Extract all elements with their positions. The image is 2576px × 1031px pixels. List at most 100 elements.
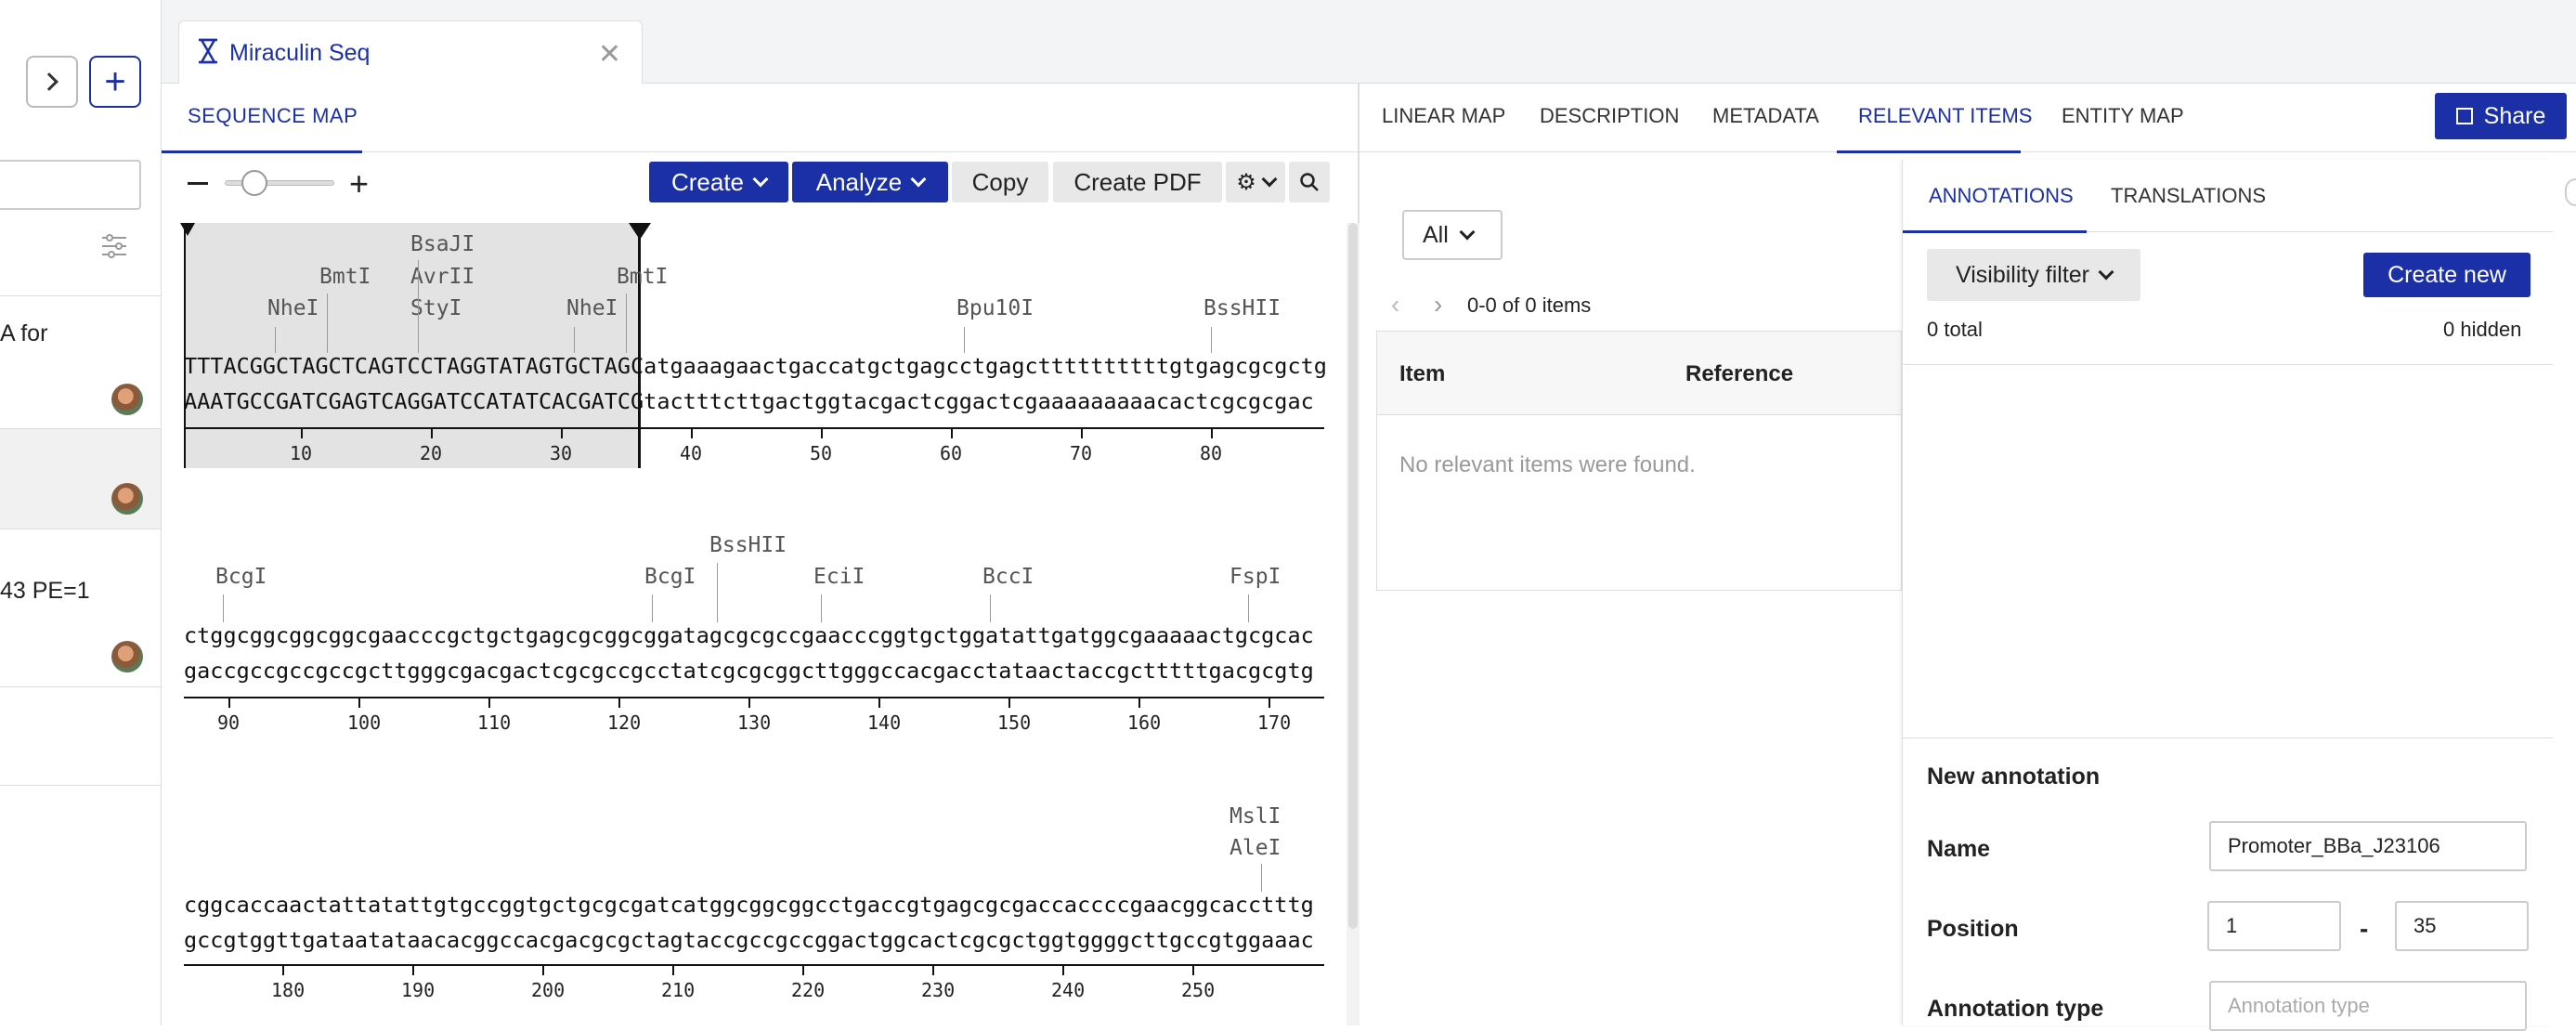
ruler-tick-label: 140: [867, 711, 902, 734]
enzyme-label[interactable]: NheI: [566, 296, 618, 320]
enzyme-label[interactable]: BccI: [982, 565, 1034, 589]
ruler-tick-label: 130: [737, 711, 772, 734]
vertical-scrollbar[interactable]: [1347, 223, 1360, 1025]
enzyme-label[interactable]: BcgI: [644, 565, 696, 589]
ruler-tick-label: 190: [401, 979, 436, 1001]
zoom-out-icon[interactable]: [188, 182, 208, 185]
enzyme-label[interactable]: AvrII: [410, 265, 475, 289]
list-item[interactable]: [0, 687, 161, 786]
enzyme-label[interactable]: BmtI: [319, 265, 371, 289]
settings-button[interactable]: ⚙: [1226, 162, 1285, 202]
tab-relevant-items[interactable]: RELEVANT ITEMS: [1858, 104, 2032, 128]
create-new-button[interactable]: Create new: [2363, 253, 2530, 297]
ruler-tick-mark: [1008, 697, 1010, 708]
enzyme-label[interactable]: Bpu10I: [956, 296, 1034, 320]
list-item[interactable]: A for: [0, 295, 161, 429]
ruler: [184, 964, 1324, 966]
enzyme-label[interactable]: EciI: [813, 565, 865, 589]
column-header-reference[interactable]: Reference: [1685, 361, 1793, 387]
table-header: [1377, 332, 1901, 415]
ruler-tick-label: 120: [607, 711, 642, 734]
scrollbar-thumb[interactable]: [1348, 223, 1358, 929]
position-end-field[interactable]: 35: [2395, 901, 2529, 951]
cut-site-line: [1211, 327, 1212, 353]
pager-text: 0-0 of 0 items: [1467, 294, 1592, 317]
position-start-field[interactable]: 1: [2207, 901, 2341, 951]
ruler-tick-label: 70: [1070, 442, 1093, 464]
left-sidebar: + A for 43 PE=1: [0, 0, 162, 1025]
cut-site-line: [626, 294, 627, 353]
enzyme-label[interactable]: MslI: [1229, 804, 1281, 829]
sequence-bottom-strand[interactable]: gaccgccgccgccgcttgggcgacgactcgcgccgcctat…: [184, 658, 1343, 684]
search-button[interactable]: [1289, 162, 1330, 202]
sequence-bottom-strand[interactable]: AAATGCCGATCGAGTCAGGATCCATATCACGATCGtactt…: [184, 388, 1343, 414]
enzyme-label[interactable]: AleI: [1229, 836, 1281, 860]
selection-end-handle[interactable]: [629, 223, 651, 240]
list-item[interactable]: [0, 429, 161, 529]
items-filter-select[interactable]: All: [1402, 210, 1503, 260]
cut-site-line: [418, 260, 419, 353]
enzyme-label[interactable]: NheI: [267, 296, 319, 320]
close-icon[interactable]: ✕: [598, 38, 621, 71]
document-tab[interactable]: Miraculin Seq ✕: [178, 20, 643, 85]
enzyme-label[interactable]: BmtI: [617, 265, 668, 289]
tab-metadata[interactable]: METADATA: [1712, 104, 1819, 128]
copy-button[interactable]: Copy: [952, 162, 1048, 202]
analyze-button[interactable]: Analyze: [792, 162, 948, 202]
hidden-count: 0 hidden: [2443, 318, 2522, 341]
cut-site-line: [574, 327, 575, 353]
create-button[interactable]: Create: [649, 162, 788, 202]
cut-site-line: [964, 327, 965, 353]
tab-annotations[interactable]: ANNOTATIONS: [1929, 184, 2074, 208]
selection-start-cursor[interactable]: [184, 223, 186, 468]
enzyme-label[interactable]: FspI: [1229, 565, 1281, 589]
enzyme-label[interactable]: BsaJI: [410, 232, 475, 256]
ruler-tick-mark: [1192, 964, 1194, 975]
zoom-slider-handle[interactable]: [241, 170, 267, 196]
sequence-top-strand[interactable]: ctggcggcggcggcgaacccgctgctgagcgcggcggata…: [184, 622, 1343, 648]
zoom-in-icon[interactable]: +: [349, 167, 369, 201]
enzyme-label[interactable]: BcgI: [215, 565, 267, 589]
list-item-text: A for: [0, 320, 48, 346]
ruler-tick-label: 170: [1257, 711, 1292, 734]
ruler-tick-mark: [431, 427, 433, 438]
enzyme-label[interactable]: BssHII: [709, 533, 787, 557]
tab-entity-map[interactable]: ENTITY MAP: [2062, 104, 2184, 128]
selection-end-cursor[interactable]: [638, 223, 641, 468]
sequence-bottom-strand[interactable]: gccgtggttgataatataacacggccacgacgcgctagta…: [184, 927, 1343, 953]
panel-collapse-handle[interactable]: [2565, 178, 2576, 206]
prev-page-icon[interactable]: ‹: [1391, 290, 1399, 320]
ruler-tick-mark: [488, 697, 490, 708]
annotation-type-field[interactable]: Annotation type: [2209, 981, 2527, 1031]
ruler-tick-label: 230: [921, 979, 956, 1001]
create-pdf-button[interactable]: Create PDF: [1053, 162, 1222, 202]
column-header-item[interactable]: Item: [1399, 361, 1445, 387]
new-annotation-title: New annotation: [1927, 763, 2101, 790]
ruler-tick-mark: [672, 964, 674, 975]
next-page-icon[interactable]: ›: [1434, 290, 1442, 320]
list-item[interactable]: 43 PE=1: [0, 529, 161, 687]
plus-icon: +: [104, 61, 126, 102]
enzyme-label[interactable]: BssHII: [1203, 296, 1281, 320]
sidebar-search-input[interactable]: [0, 160, 141, 210]
add-button[interactable]: +: [89, 56, 141, 108]
share-button[interactable]: Share: [2435, 93, 2567, 139]
name-field[interactable]: Promoter_BBa_J23106: [2209, 821, 2527, 871]
sequence-top-strand[interactable]: cggcaccaactattatattgtgccggtgctgcgcgatcat…: [184, 892, 1343, 918]
visibility-filter-button[interactable]: Visibility filter: [1927, 249, 2140, 301]
selection-start-handle[interactable]: [180, 223, 195, 236]
active-tab-indicator: [1837, 150, 2021, 153]
tab-linear-map[interactable]: LINEAR MAP: [1382, 104, 1505, 128]
ruler-tick-label: 50: [810, 442, 833, 464]
tab-description[interactable]: DESCRIPTION: [1540, 104, 1679, 128]
ruler-tick-mark: [932, 964, 934, 975]
filter-sliders-icon[interactable]: [100, 232, 128, 260]
expand-button[interactable]: [26, 56, 78, 108]
tab-sequence-map[interactable]: SEQUENCE MAP: [188, 104, 358, 128]
search-icon: [1300, 173, 1319, 191]
ruler-tick-label: 180: [271, 979, 306, 1001]
sequence-top-strand[interactable]: TTTACGGCTAGCTCAGTCCTAGGTATAGTGCTAGCatgaa…: [184, 353, 1343, 379]
tab-translations[interactable]: TRANSLATIONS: [2111, 184, 2266, 208]
ruler: [184, 427, 1324, 429]
divider: [1903, 737, 2553, 738]
